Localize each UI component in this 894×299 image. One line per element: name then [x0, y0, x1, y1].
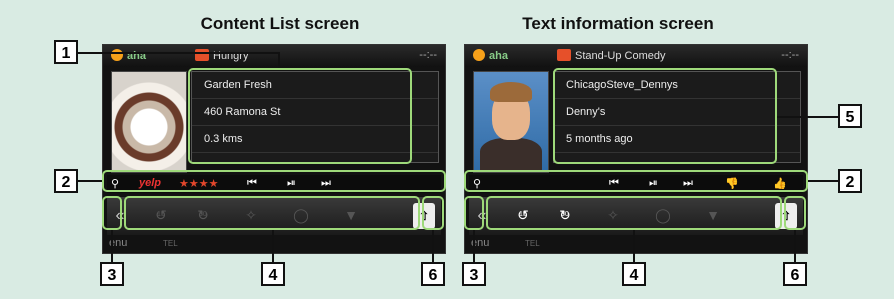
source-label: aha [111, 49, 146, 62]
album-art [111, 71, 187, 173]
leader-line-3l [111, 230, 113, 262]
callout-3-right: 3 [462, 262, 486, 286]
highlight-control-bar [102, 170, 446, 192]
highlight-up [422, 196, 444, 230]
leader-line-2r [808, 180, 838, 182]
leader-line-3r [473, 230, 475, 262]
leader-line-5 [777, 116, 838, 118]
aha-icon [473, 49, 485, 61]
leader-line-1 [78, 52, 278, 54]
highlight-control-bar [464, 170, 808, 192]
callout-1: 1 [54, 40, 78, 64]
highlight-info-panel [553, 68, 777, 164]
tel-label: TEL [163, 239, 178, 248]
highlight-collapse [102, 196, 122, 230]
highlight-up [784, 196, 806, 230]
person-hair [490, 82, 532, 102]
aha-icon [111, 49, 123, 61]
person-shirt [480, 138, 542, 172]
channel-icon [557, 49, 571, 61]
callout-2-left: 2 [54, 169, 78, 193]
right-screen-title: Text information screen [522, 14, 714, 33]
status-bar: aha Hungry --:-- [103, 45, 445, 67]
highlight-shortcuts [486, 196, 782, 230]
status-bar: aha Stand-Up Comedy --:-- [465, 45, 807, 67]
highlight-info-panel [188, 68, 412, 164]
callout-6-right: 6 [783, 262, 807, 286]
highlight-collapse [464, 196, 484, 230]
callout-5: 5 [838, 104, 862, 128]
callout-3-left: 3 [100, 262, 124, 286]
channel-label: Hungry [195, 49, 248, 62]
album-art [473, 71, 549, 173]
callout-6-left: 6 [421, 262, 445, 286]
callout-2-right: 2 [838, 169, 862, 193]
tel-label: TEL [525, 239, 540, 248]
leader-line-4l [272, 230, 274, 262]
clock: --:-- [419, 49, 437, 61]
left-screen-title: Content List screen [200, 14, 360, 33]
channel-icon [195, 49, 209, 61]
highlight-shortcuts [124, 196, 420, 230]
leader-line-1b [278, 52, 280, 68]
leader-line-6r [794, 230, 796, 262]
leader-line-6l [432, 230, 434, 262]
leader-line-4r [633, 230, 635, 262]
source-label: aha [473, 49, 508, 62]
channel-label: Stand-Up Comedy [557, 49, 666, 62]
callout-4-right: 4 [622, 262, 646, 286]
clock: --:-- [781, 49, 799, 61]
leader-line-2l [78, 180, 102, 182]
callout-4-left: 4 [261, 262, 285, 286]
